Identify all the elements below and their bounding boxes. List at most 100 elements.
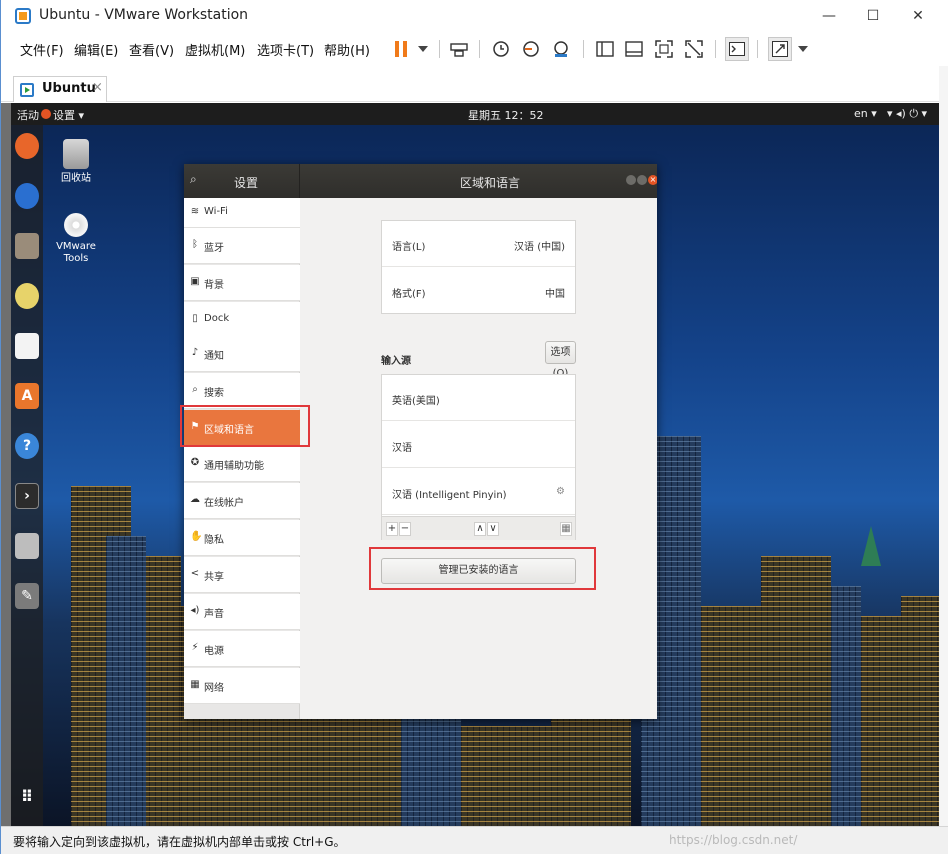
formats-row[interactable]: 格式(F) 中国 xyxy=(382,268,575,314)
minimize-dot[interactable] xyxy=(626,175,636,185)
sidebar-item-label: 隐私 xyxy=(204,535,224,546)
sidebar-item-label: 声音 xyxy=(204,609,224,620)
sidebar-item[interactable]: ⚡ 电源 xyxy=(184,631,300,667)
dropdown-icon[interactable] xyxy=(411,37,435,61)
input-source-label: 汉语 (Intelligent Pinyin) xyxy=(392,490,507,501)
tab-close-icon[interactable]: × xyxy=(92,80,103,95)
unity-icon[interactable] xyxy=(682,37,706,61)
app-menu[interactable]: 设置 ▾ xyxy=(53,107,84,123)
highlight-manage-button xyxy=(369,547,596,590)
menu-tabs[interactable]: 选项卡(T) xyxy=(257,40,314,59)
sidebar-item[interactable]: < 共享 xyxy=(184,557,300,593)
input-method-indicator[interactable]: en ▾ xyxy=(854,107,877,120)
vmware-window: Ubuntu - VMware Workstation — ☐ ✕ 文件(F) … xyxy=(0,0,948,854)
files-icon[interactable] xyxy=(15,233,39,259)
desktop-trash[interactable]: 回收站 xyxy=(51,139,101,185)
sidebar-item-label: 搜索 xyxy=(204,388,224,399)
input-source-row[interactable]: 汉语 xyxy=(382,422,575,468)
sidebar-header: ⌕ 设置 xyxy=(184,164,300,198)
formats-value: 中国 xyxy=(545,289,565,300)
sidebar-item[interactable]: ✋ 隐私 xyxy=(184,520,300,556)
window-title: Ubuntu - VMware Workstation xyxy=(39,7,249,23)
options-button[interactable]: 选项(O) xyxy=(545,341,576,379)
sidebar-item[interactable]: ⌕ 搜索 xyxy=(184,373,300,409)
title-bar: Ubuntu - VMware Workstation — ☐ ✕ xyxy=(1,0,948,32)
revert-snapshot-icon[interactable] xyxy=(519,37,543,61)
move-down-button[interactable]: ∨ xyxy=(487,522,499,536)
sidebar-item[interactable]: ◂) 声音 xyxy=(184,594,300,630)
thunderbird-icon[interactable] xyxy=(15,183,39,209)
writer-icon[interactable] xyxy=(15,333,39,359)
language-format-card: 语言(L) 汉语 (中国) 格式(F) 中国 xyxy=(381,220,576,314)
desktop-vmware-tools[interactable]: VMware Tools xyxy=(51,213,101,265)
input-source-label: 汉语 xyxy=(392,443,412,454)
maximize-button[interactable]: ☐ xyxy=(851,4,895,28)
snapshot-manager-icon[interactable] xyxy=(549,37,573,61)
sidebar-title: 设置 xyxy=(234,176,259,190)
sidebar-item[interactable]: ▣ 背景 xyxy=(184,265,300,301)
input-source-row[interactable]: 英语(美国) xyxy=(382,375,575,421)
clock[interactable]: 星期五 12：52 xyxy=(468,107,544,123)
privacy-icon: ✋ xyxy=(190,531,203,542)
console-icon[interactable] xyxy=(725,37,749,61)
terminal-icon[interactable]: › xyxy=(15,483,39,509)
close-dot[interactable]: × xyxy=(648,175,657,185)
menu-vm[interactable]: 虚拟机(M) xyxy=(185,40,245,59)
move-up-button[interactable]: ∧ xyxy=(474,522,486,536)
pause-icon[interactable] xyxy=(389,37,413,61)
sidebar-toggle-icon[interactable] xyxy=(593,37,617,61)
system-menu[interactable]: ▾ ◂) ⏻ ▾ xyxy=(887,107,927,121)
preferences-icon[interactable]: ⚙ xyxy=(556,486,565,497)
gnome-top-bar: 活动 设置 ▾ 星期五 12：52 en ▾ ▾ ◂) ⏻ ▾ xyxy=(11,103,939,125)
toolbar-separator xyxy=(439,40,440,58)
thumbnail-icon[interactable] xyxy=(622,37,646,61)
menu-edit[interactable]: 编辑(E) xyxy=(74,40,118,59)
sidebar-item-label: 网络 xyxy=(204,683,224,694)
sidebar-item[interactable]: ♪ 通知 xyxy=(184,336,300,372)
stretch-icon[interactable] xyxy=(768,37,792,61)
vmware-app-icon xyxy=(15,8,31,24)
share-icon: < xyxy=(190,568,200,579)
wifi-icon: ≋ xyxy=(190,206,200,217)
remove-input-source-button[interactable]: − xyxy=(399,522,411,536)
sidebar-item[interactable]: ▦ 网络 xyxy=(184,668,300,704)
settings-icon[interactable]: ✎ xyxy=(15,583,39,609)
minimize-button[interactable]: — xyxy=(807,4,851,28)
sidebar-item[interactable]: ☁ 在线帐户 xyxy=(184,483,300,519)
tab-ubuntu[interactable]: Ubuntu × xyxy=(13,76,107,102)
sidebar-item[interactable]: ▯ Dock xyxy=(184,302,300,338)
send-keys-icon[interactable] xyxy=(447,37,471,61)
firefox-icon[interactable] xyxy=(15,133,39,159)
activities-button[interactable]: 活动 xyxy=(17,107,39,123)
help-icon[interactable]: ? xyxy=(15,433,39,459)
guest-screen[interactable]: 活动 设置 ▾ 星期五 12：52 en ▾ ▾ ◂) ⏻ ▾ A ? › ✎ … xyxy=(11,103,939,826)
input-sources-list: 英语(美国) 汉语 汉语 (Intelligent Pinyin) ⚙ + − … xyxy=(381,374,576,540)
language-row[interactable]: 语言(L) 汉语 (中国) xyxy=(382,221,575,267)
menu-view[interactable]: 查看(V) xyxy=(129,40,174,59)
keyboard-layout-icon[interactable]: ▦ xyxy=(560,522,572,536)
menu-file[interactable]: 文件(F) xyxy=(20,40,64,59)
host-background-strip xyxy=(939,66,948,826)
snapshot-icon[interactable] xyxy=(489,37,513,61)
menu-help[interactable]: 帮助(H) xyxy=(324,40,370,59)
sidebar-item-label: 通知 xyxy=(204,351,224,362)
scanner-icon[interactable] xyxy=(15,533,39,559)
add-input-source-button[interactable]: + xyxy=(386,522,398,536)
sidebar-item[interactable]: ✪ 通用辅助功能 xyxy=(184,446,300,482)
sidebar-item[interactable]: ≋ Wi-Fi xyxy=(184,198,300,228)
toolbar-separator xyxy=(715,40,716,58)
power-icon: ⚡ xyxy=(191,642,199,653)
vm-icon xyxy=(20,83,34,97)
maximize-dot[interactable] xyxy=(637,175,647,185)
sidebar-item[interactable]: ᛒ 蓝牙 xyxy=(184,228,300,264)
search-icon[interactable]: ⌕ xyxy=(190,172,206,188)
input-source-row[interactable]: 汉语 (Intelligent Pinyin) ⚙ xyxy=(382,469,575,515)
sidebar-item-label: 电源 xyxy=(204,646,224,657)
software-icon[interactable]: A xyxy=(15,383,39,409)
sidebar-item-label: 通用辅助功能 xyxy=(204,461,264,472)
close-button[interactable]: ✕ xyxy=(896,4,940,28)
fullscreen-icon[interactable] xyxy=(652,37,676,61)
apps-grid-icon[interactable]: ⠿ xyxy=(15,783,39,809)
dropdown-icon[interactable] xyxy=(791,37,815,61)
rhythmbox-icon[interactable] xyxy=(15,283,39,309)
